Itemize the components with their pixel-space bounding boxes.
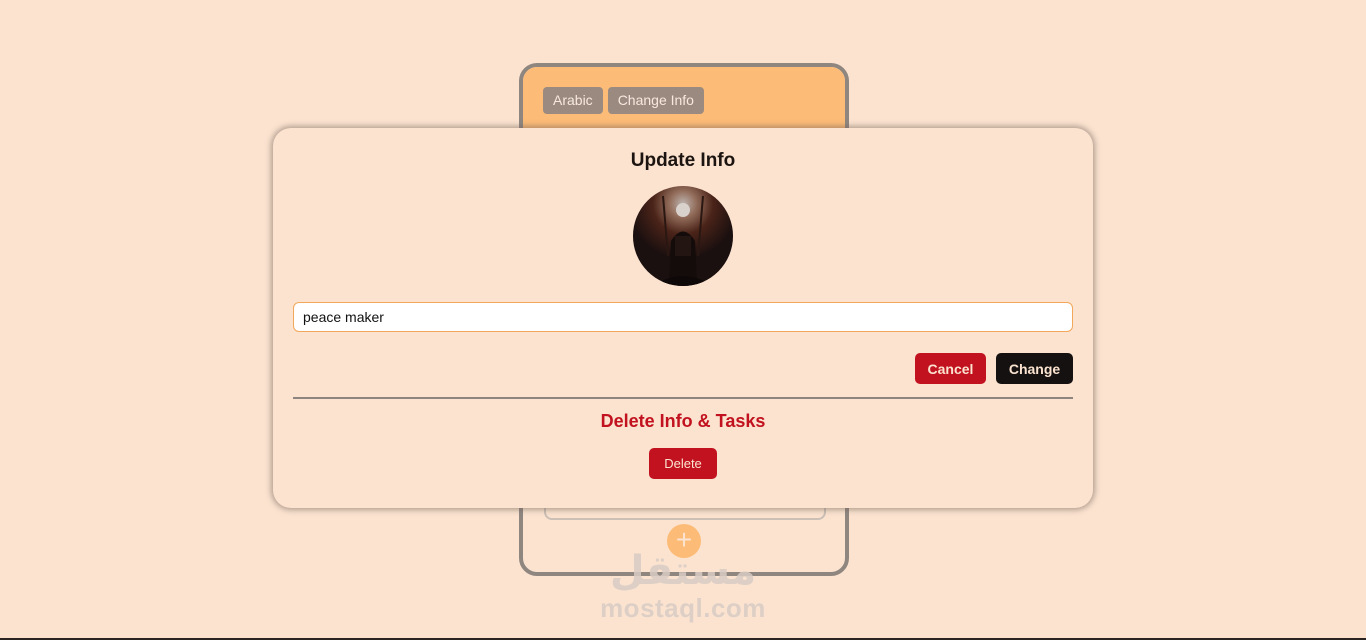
page: Arabic Change Info + مستقل mostaql.com U… — [0, 0, 1366, 640]
divider — [293, 397, 1073, 399]
watermark-latin: mostaql.com — [600, 593, 766, 623]
avatar-image — [633, 186, 733, 286]
watermark-arabic: مستقل — [609, 548, 757, 594]
watermark: مستقل mostaql.com — [0, 548, 1366, 622]
cancel-button[interactable]: Cancel — [915, 353, 986, 384]
change-info-button[interactable]: Change Info — [607, 87, 704, 114]
delete-button[interactable]: Delete — [649, 448, 717, 479]
modal-title: Update Info — [630, 150, 736, 171]
avatar[interactable] — [633, 186, 733, 286]
change-button[interactable]: Change — [996, 353, 1073, 384]
update-info-modal: Update Info peace maker Cancel Change De… — [273, 128, 1093, 508]
delete-section-title: Delete Info & Tasks — [600, 411, 766, 431]
name-input[interactable] — [293, 302, 1073, 332]
language-button[interactable]: Arabic — [543, 87, 603, 114]
app-header: Arabic Change Info — [523, 67, 845, 133]
